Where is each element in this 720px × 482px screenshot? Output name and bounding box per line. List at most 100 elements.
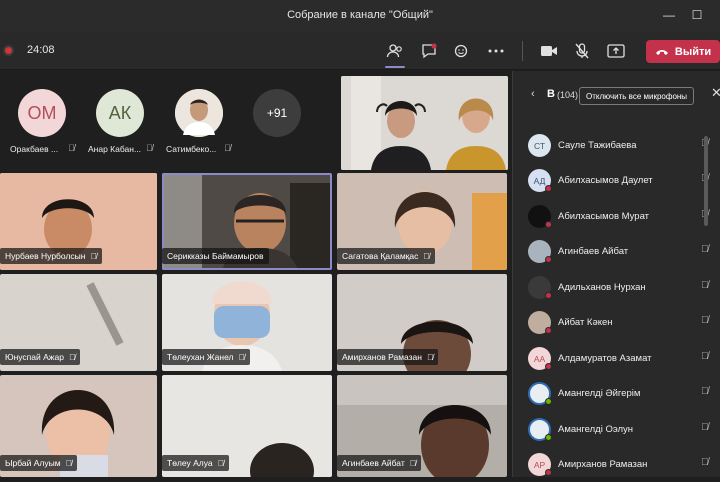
participants-panel: ‹ В (104) Отключить все микрофоны ✕ СТ С… [512, 71, 720, 477]
participant-name: Нурбаев Нурболсын [5, 251, 86, 261]
mic-off-icon: 🎙̸ [701, 457, 709, 468]
panel-header: ‹ В (104) Отключить все микрофоны ✕ [513, 71, 720, 119]
camera-icon[interactable] [538, 40, 560, 62]
mic-off-icon: 🎙̸ [701, 422, 709, 433]
avatar-name: Оракбаев ... [10, 144, 59, 154]
status-badge [545, 363, 552, 370]
recording-icon [3, 45, 14, 56]
mic-off-icon: 🎙̸ [409, 458, 417, 468]
avatar[interactable]: АК [96, 89, 144, 137]
participant-label: Нурбаев Нурболсын 🎙̸ [0, 248, 102, 264]
video-tile[interactable]: Ырбай Алуым 🎙̸ [0, 375, 157, 477]
participant-name: Төлеу Алуа [167, 458, 213, 468]
video-tile-active-speaker[interactable]: Серикказы Баймамыров [162, 173, 332, 270]
list-item[interactable]: Амангелді Оэлун 🎙̸ [513, 412, 720, 447]
participant-label: Агинбаев Айбат 🎙̸ [337, 455, 422, 471]
participant-name: Сауле Тажибаева [558, 140, 637, 151]
share-screen-icon[interactable] [605, 40, 627, 62]
participant-count: (104) [557, 90, 579, 100]
status-badge [545, 469, 552, 476]
participant-name: Юнуспай Ажар [5, 352, 64, 362]
participant-name: Төлеухан Жанел [167, 352, 234, 362]
participant-label: Төлеу Алуа 🎙̸ [162, 455, 230, 471]
participant-name: Алдамуратов Азамат [558, 353, 652, 364]
list-item[interactable]: Айбат Кәкен 🎙̸ [513, 305, 720, 340]
list-item[interactable]: АД Абилхасымов Даулет 🎙̸ [513, 163, 720, 198]
mic-off-icon: 🎙̸ [238, 352, 245, 362]
participant-name: Абилхасымов Мурат [558, 211, 650, 222]
meeting-timer: 24:08 [27, 44, 55, 56]
status-badge [545, 327, 552, 334]
people-icon[interactable] [384, 40, 406, 68]
list-item[interactable]: АА Алдамуратов Азамат 🎙̸ [513, 341, 720, 376]
phone-hangup-icon [655, 49, 668, 55]
video-tile[interactable]: Юнуспай Ажар 🎙̸ [0, 274, 157, 371]
avatar-photo[interactable] [175, 89, 223, 137]
meeting-toolbar: 24:08 Выйти [0, 32, 720, 70]
participant-name: Айбат Кәкен [558, 317, 613, 328]
participant-name: Амангелді Әйгерім [558, 388, 641, 399]
list-item[interactable]: Амангелді Әйгерім 🎙̸ [513, 376, 720, 411]
participant-label: Төлеухан Жанел 🎙̸ [162, 349, 250, 365]
participant-name: Ырбай Алуым [5, 458, 61, 468]
participant-label: Амирханов Рамазан 🎙̸ [337, 349, 439, 365]
video-tile[interactable]: Сагатова Қаламқас 🎙̸ [337, 173, 507, 270]
featured-video[interactable] [341, 76, 508, 170]
list-item[interactable]: Абилхасымов Мурат 🎙̸ [513, 199, 720, 234]
participant-label: Сагатова Қаламқас 🎙̸ [337, 248, 435, 264]
participant-name: Агинбаев Айбат [558, 246, 629, 257]
avatar: СТ [528, 134, 551, 157]
video-tile[interactable]: Нурбаев Нурболсын 🎙̸ [0, 173, 157, 270]
participant-name: Адильханов Нурхан [558, 282, 646, 293]
title-bar: Собрание в канале "Общий" — ☐ [0, 0, 720, 32]
minimize-button[interactable]: — [662, 8, 676, 22]
mic-off-icon: 🎙̸ [701, 244, 709, 255]
more-participants-badge[interactable]: +91 [253, 89, 301, 137]
mic-off-icon: 🎙̸ [426, 352, 434, 362]
list-item[interactable]: СТ Сауле Тажибаева 🎙̸ [513, 128, 720, 163]
status-badge [545, 292, 552, 299]
mic-off-icon: 🎙̸ [701, 386, 709, 397]
participant-name: Сагатова Қаламқас [342, 251, 419, 261]
maximize-button[interactable]: ☐ [690, 8, 704, 22]
mic-off-icon: 🎙̸ [217, 458, 225, 468]
leave-button[interactable]: Выйти [646, 40, 720, 63]
chat-icon[interactable] [418, 40, 440, 62]
mic-off-icon: 🎙̸ [68, 143, 75, 153]
back-chevron-icon[interactable]: ‹ [531, 88, 535, 100]
close-icon[interactable]: ✕ [711, 85, 720, 101]
participant-label: Серикказы Баймамыров [162, 248, 269, 264]
reactions-icon[interactable] [451, 40, 473, 62]
toolbar-divider [522, 41, 523, 61]
participant-name: Амирханов Рамазан [558, 459, 648, 470]
list-item[interactable]: Агинбаев Айбат 🎙̸ [513, 234, 720, 269]
participant-name: Абилхасымов Даулет [558, 175, 653, 186]
participant-name: Агинбаев Айбат [342, 458, 405, 468]
avatar-name: Сатимбеко... [166, 144, 217, 154]
video-tile[interactable]: Амирханов Рамазан 🎙̸ [337, 274, 507, 371]
mic-off-icon: 🎙̸ [224, 143, 231, 153]
participant-name: Амирханов Рамазан [342, 352, 422, 362]
video-tile[interactable]: Төлеухан Жанел 🎙̸ [162, 274, 332, 371]
mic-off-icon: 🎙̸ [146, 143, 153, 153]
mic-off-icon: 🎙̸ [423, 251, 430, 261]
participant-name: Амангелді Оэлун [558, 424, 634, 435]
status-badge [545, 256, 552, 263]
video-tile[interactable]: Төлеу Алуа 🎙̸ [162, 375, 332, 477]
participant-name: Серикказы Баймамыров [167, 251, 264, 261]
avatar-name: Анар Кабан... [88, 144, 142, 154]
mic-off-icon: 🎙̸ [90, 251, 97, 261]
mic-off-icon[interactable] [571, 40, 593, 62]
more-icon[interactable] [485, 40, 507, 62]
mic-off-icon: 🎙̸ [701, 315, 709, 326]
mic-off-icon: 🎙̸ [65, 458, 72, 468]
mic-off-icon: 🎙̸ [701, 280, 709, 291]
video-tile[interactable]: Агинбаев Айбат 🎙̸ [337, 375, 507, 477]
avatar[interactable]: ОМ [18, 89, 66, 137]
status-badge [545, 434, 552, 441]
list-item[interactable]: Адильханов Нурхан 🎙̸ [513, 270, 720, 305]
scrollbar[interactable] [704, 136, 708, 226]
participant-label: Ырбай Алуым 🎙̸ [0, 455, 77, 471]
leave-label: Выйти [674, 45, 712, 58]
mute-all-button[interactable]: Отключить все микрофоны [579, 87, 695, 105]
